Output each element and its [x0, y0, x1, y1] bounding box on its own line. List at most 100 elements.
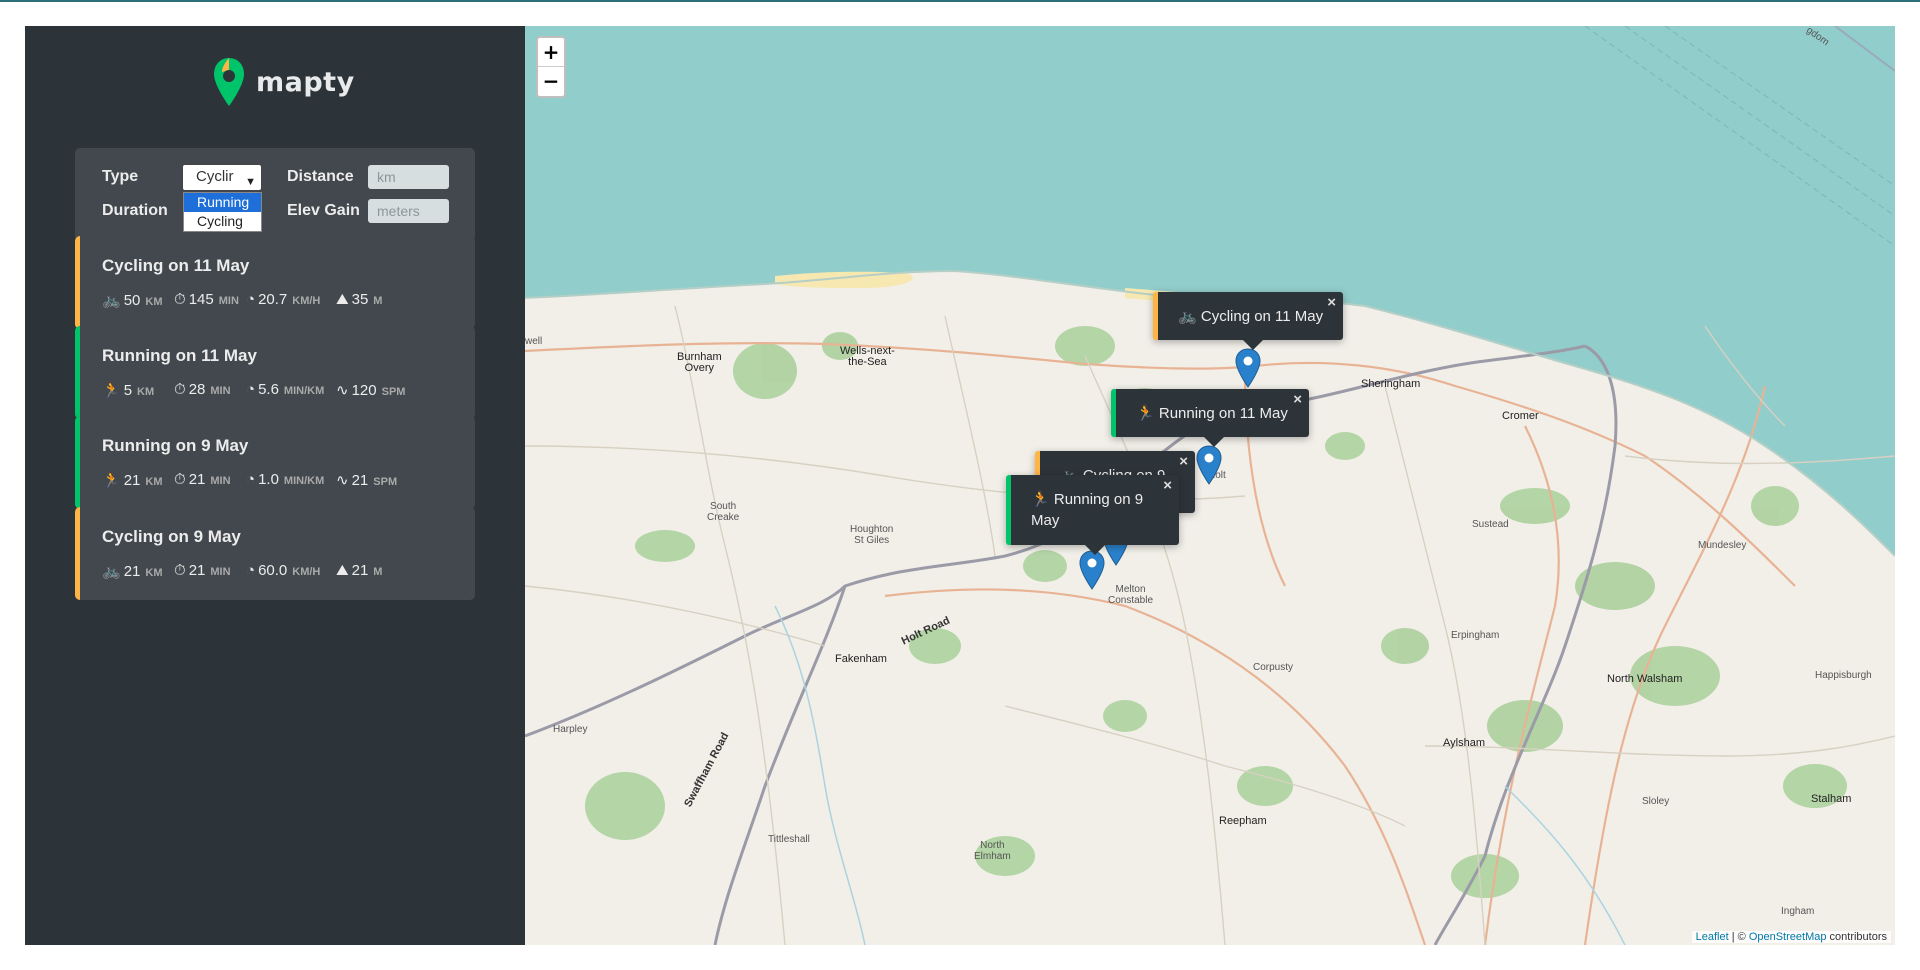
popup-label: Cycling on 11 May — [1200, 308, 1324, 325]
popup-label: Running on 11 May — [1158, 405, 1288, 422]
map-label-ingham: Ingham — [1781, 906, 1815, 917]
speedometer-icon: ◔ — [246, 291, 256, 308]
popup-label-line2: May — [1031, 512, 1060, 529]
detail-value: 21 — [123, 563, 141, 580]
workout-title: Cycling on 11 May — [102, 256, 250, 275]
popup-running-9-may[interactable]: 🏃 Running on 9 May × — [1006, 475, 1179, 555]
mountain-icon: ⛰ — [336, 291, 349, 308]
type-dropdown[interactable]: Running Cycling — [183, 192, 262, 232]
detail-value: 5 — [123, 382, 133, 399]
workout-color-bar — [75, 507, 80, 600]
detail-unit: KM — [145, 296, 163, 308]
runner-icon: 🏃 — [102, 472, 121, 489]
workout-card-running[interactable]: Running on 11 May 🏃 5 KM ⏱ 28 MIN ◔ 5.6 MIN/KM ∿ 12… — [75, 326, 475, 419]
runner-icon: 🏃 — [1136, 405, 1155, 422]
map-label-tittleshall: Tittleshall — [768, 834, 810, 845]
workout-detail: ◔ 1.0 MIN/KM — [246, 471, 336, 489]
duration-label: Duration — [102, 202, 168, 219]
detail-value: 1.0 — [258, 471, 279, 488]
stopwatch-icon: ⏱ — [174, 381, 186, 398]
type-select[interactable]: Cyclir ▼ — [182, 164, 262, 191]
detail-value: 28 — [188, 381, 206, 398]
workout-details: 🏃 21 KM ⏱ 21 MIN ◔ 1.0 MIN/KM ∿ 21 SPM — [102, 471, 406, 489]
map-marker-icon[interactable] — [1079, 550, 1105, 590]
map-label-sustead: Sustead — [1472, 519, 1509, 530]
zoom-control: + − — [536, 36, 566, 98]
app-title: mapty — [256, 66, 355, 98]
elev-gain-label: Elev Gain — [287, 202, 360, 219]
map-tiles — [525, 26, 1895, 945]
zoom-out-button[interactable]: − — [538, 67, 564, 96]
close-icon[interactable]: × — [1179, 453, 1188, 470]
elev-gain-input[interactable]: meters — [368, 199, 449, 223]
bicycle-icon: 🚲 — [102, 563, 121, 580]
map-label-mundesley: Mundesley — [1698, 540, 1747, 551]
workout-detail: ◔ 60.0 KM/H — [246, 562, 336, 580]
detail-unit: KM — [145, 567, 163, 579]
map-marker-icon[interactable] — [1196, 445, 1222, 485]
detail-unit: MIN/KM — [283, 385, 325, 397]
distance-input[interactable]: km — [368, 165, 449, 189]
map-label-aylsham: Aylsham — [1443, 737, 1485, 749]
bicycle-icon: 🚲 — [1178, 308, 1197, 325]
detail-unit: KM/H — [292, 566, 321, 578]
map-label-north-elmham: North Elmham — [974, 840, 1011, 862]
workout-detail: 🏃 21 KM — [102, 471, 174, 489]
detail-value: 145 — [188, 291, 214, 308]
map-marker-icon[interactable] — [1235, 348, 1261, 388]
map-label-corpusty: Corpusty — [1253, 662, 1294, 673]
workout-detail: ⏱ 145 MIN — [174, 291, 246, 309]
osm-link[interactable]: OpenStreetMap — [1749, 931, 1827, 943]
workout-detail: 🚲 21 KM — [102, 562, 174, 580]
stopwatch-icon: ⏱ — [174, 291, 186, 308]
popup-running-11-may[interactable]: 🏃 Running on 11 May × — [1111, 389, 1309, 447]
workout-color-bar — [75, 236, 80, 329]
speedometer-icon: ◔ — [246, 471, 256, 488]
type-option-cycling[interactable]: Cycling — [184, 212, 261, 231]
popup-label-line1: Running on 9 — [1053, 491, 1144, 508]
map-label-sloley: Sloley — [1642, 796, 1670, 807]
detail-unit: SPM — [381, 386, 406, 398]
stopwatch-icon: ⏱ — [174, 562, 186, 579]
close-icon[interactable]: × — [1327, 294, 1336, 311]
detail-unit: M — [373, 566, 383, 578]
detail-unit: KM — [145, 476, 163, 488]
workout-detail: ∿ 120 SPM — [336, 381, 406, 399]
popup-cycling-11-may[interactable]: 🚲 Cycling on 11 May × — [1153, 292, 1343, 350]
detail-value: 21 — [123, 472, 141, 489]
close-icon[interactable]: × — [1293, 391, 1302, 408]
top-border — [0, 0, 1920, 2]
workout-card-running[interactable]: Running on 9 May 🏃 21 KM ⏱ 21 MIN ◔ 1.0 MIN/KM ∿ 21… — [75, 416, 475, 509]
type-option-running[interactable]: Running — [184, 193, 261, 212]
bicycle-icon: 🚲 — [102, 292, 121, 309]
map-label-stalham: Stalham — [1811, 793, 1852, 805]
map-label-well: well — [525, 336, 543, 347]
workout-title: Running on 9 May — [102, 436, 249, 455]
workout-detail: 🏃 5 KM — [102, 381, 174, 399]
workout-form: Type Cyclir ▼ Running Cycling Distance k… — [75, 148, 475, 241]
map-label-fakenham: Fakenham — [835, 653, 887, 665]
map-label-houghton: Houghton St Giles — [850, 524, 894, 546]
leaflet-link[interactable]: Leaflet — [1696, 931, 1729, 943]
detail-value: 20.7 — [258, 291, 288, 308]
workout-color-bar — [75, 326, 80, 419]
close-icon[interactable]: × — [1163, 477, 1172, 494]
attribution-tail: contributors — [1826, 931, 1887, 943]
workout-detail: 🚲 50 KM — [102, 291, 174, 309]
workout-title: Cycling on 9 May — [102, 527, 241, 546]
workout-detail: ⏱ 28 MIN — [174, 381, 246, 399]
detail-unit: MIN — [210, 385, 231, 397]
workout-detail: ⛰ 35 M — [336, 291, 406, 309]
type-label: Type — [102, 168, 139, 185]
map-label-melton: Melton Constable — [1108, 584, 1154, 606]
workout-card-cycling[interactable]: Cycling on 9 May 🚲 21 KM ⏱ 21 MIN ◔ 60.0 KM/H ⛰ 21 M — [75, 507, 475, 600]
detail-value: 60.0 — [258, 562, 288, 579]
workout-card-cycling[interactable]: Cycling on 11 May 🚲 50 KM ⏱ 145 MIN ◔ 20.7 KM/H ⛰ 3… — [75, 236, 475, 329]
map-label-happisburgh: Happisburgh — [1815, 670, 1872, 681]
map[interactable]: well Burnham Overy Wells-next- the-Sea S… — [525, 26, 1895, 945]
detail-unit: MIN — [210, 566, 231, 578]
workout-details: 🚲 21 KM ⏱ 21 MIN ◔ 60.0 KM/H ⛰ 21 M — [102, 562, 406, 580]
zoom-in-button[interactable]: + — [538, 38, 564, 67]
sidebar: mapty Type Cyclir ▼ Running Cycling Dist… — [25, 26, 525, 945]
map-label-harpley: Harpley — [553, 724, 588, 735]
